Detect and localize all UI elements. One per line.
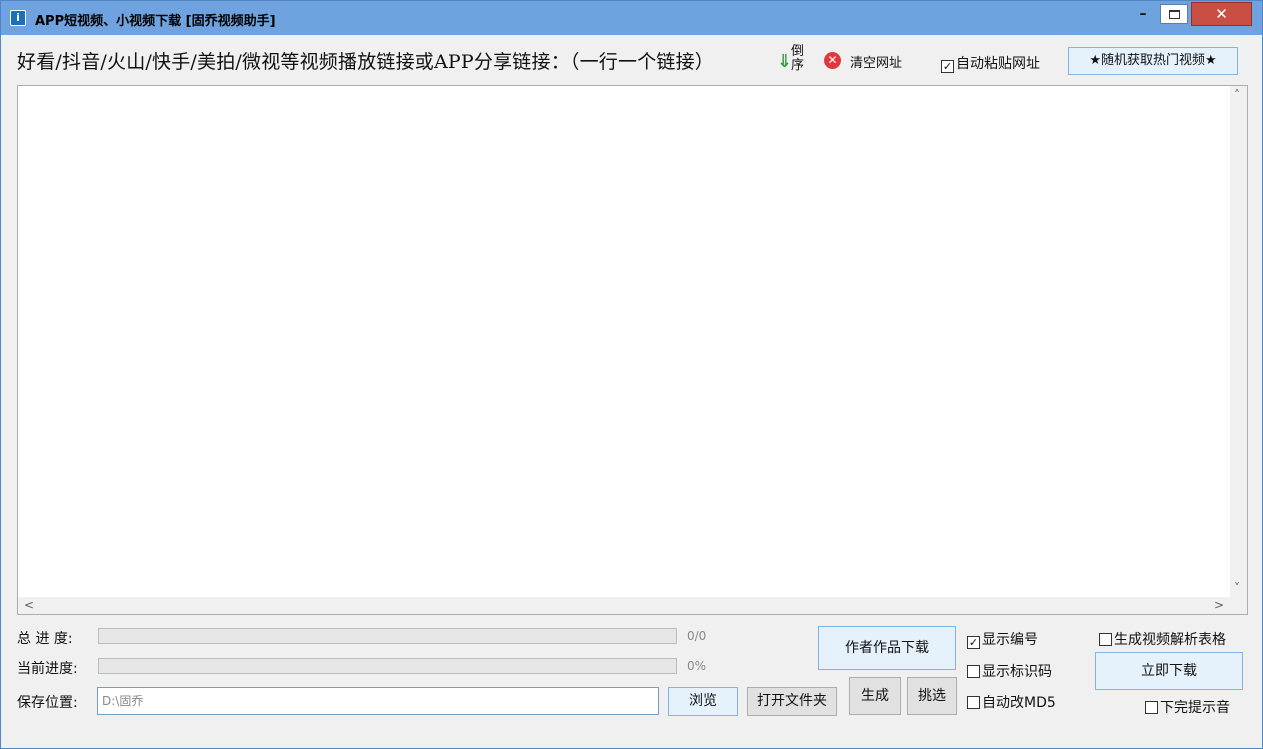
horizontal-scrollbar[interactable]: < > <box>18 597 1230 614</box>
minimize-button[interactable]: – <box>1128 1 1158 27</box>
close-button[interactable]: ✕ <box>1191 2 1252 26</box>
scroll-up-icon[interactable]: ˄ <box>1234 88 1240 102</box>
checkbox-box <box>1145 701 1158 714</box>
checkbox-box: ✓ <box>967 636 980 649</box>
maximize-icon <box>1169 10 1180 19</box>
checkbox-box <box>967 665 980 678</box>
total-progress-value: 0/0 <box>687 629 707 643</box>
down-arrow-icon: ⇓ <box>777 51 793 72</box>
generate-button[interactable]: 生成 <box>849 677 901 715</box>
finish-sound-checkbox[interactable]: 下完提示音 <box>1145 697 1230 716</box>
current-progress-value: 0% <box>687 659 707 673</box>
auto-md5-label: 自动改MD5 <box>982 695 1056 711</box>
vertical-scrollbar[interactable]: ˄ ˅ <box>1230 86 1247 597</box>
random-hot-video-button[interactable]: ★随机获取热门视频★ <box>1068 47 1238 75</box>
generate-table-checkbox[interactable]: 生成视频解析表格 <box>1099 629 1226 648</box>
checkbox-box <box>1099 633 1112 646</box>
checkbox-box: ✓ <box>941 60 954 73</box>
finish-sound-label: 下完提示音 <box>1160 700 1230 716</box>
scroll-left-icon[interactable]: < <box>24 598 34 612</box>
title-bar[interactable]: i APP短视频、小视频下载 [固乔视频助手] – ✕ <box>1 1 1262 35</box>
generate-table-label: 生成视频解析表格 <box>1114 632 1226 648</box>
save-location-label: 保存位置: <box>17 695 78 711</box>
scroll-down-icon[interactable]: ˅ <box>1234 581 1240 595</box>
url-textarea[interactable]: ˄ ˅ < > <box>17 85 1248 615</box>
checkbox-box <box>967 696 980 709</box>
current-progress-label: 当前进度: <box>17 661 78 677</box>
download-now-button[interactable]: 立即下载 <box>1095 652 1243 690</box>
maximize-button[interactable] <box>1160 4 1188 24</box>
save-path-input[interactable]: D:\固乔 <box>97 687 659 715</box>
auto-paste-label: 自动粘贴网址 <box>956 56 1040 72</box>
window-title: APP短视频、小视频下载 [固乔视频助手] <box>35 14 276 29</box>
auto-md5-checkbox[interactable]: 自动改MD5 <box>967 692 1056 711</box>
author-works-download-button[interactable]: 作者作品下载 <box>818 626 956 670</box>
show-id-checkbox[interactable]: 显示标识码 <box>967 661 1052 680</box>
total-progress-label: 总 进 度: <box>17 631 73 647</box>
browse-button[interactable]: 浏览 <box>668 687 738 716</box>
open-folder-button[interactable]: 打开文件夹 <box>747 687 837 716</box>
auto-paste-checkbox[interactable]: ✓ 自动粘贴网址 <box>941 53 1040 73</box>
reverse-order-label: 倒序 <box>791 44 805 73</box>
reverse-order-button[interactable]: ⇓ 倒序 <box>777 45 813 75</box>
show-number-checkbox[interactable]: ✓ 显示编号 <box>967 629 1038 649</box>
app-icon: i <box>10 10 26 26</box>
show-number-label: 显示编号 <box>982 632 1038 648</box>
scroll-corner <box>1230 597 1247 614</box>
current-progress-bar <box>98 658 677 674</box>
show-id-label: 显示标识码 <box>982 664 1052 680</box>
url-input-label: 好看/抖音/火山/快手/美拍/微视等视频播放链接或APP分享链接：（一行一个链接… <box>17 51 714 73</box>
main-window: i APP短视频、小视频下载 [固乔视频助手] – ✕ 好看/抖音/火山/快手/… <box>0 0 1263 749</box>
scroll-right-icon[interactable]: > <box>1214 598 1224 612</box>
clear-icon: ✕ <box>824 52 841 69</box>
clear-urls-label: 清空网址 <box>850 56 903 71</box>
total-progress-bar <box>98 628 677 644</box>
select-button[interactable]: 挑选 <box>907 677 957 715</box>
